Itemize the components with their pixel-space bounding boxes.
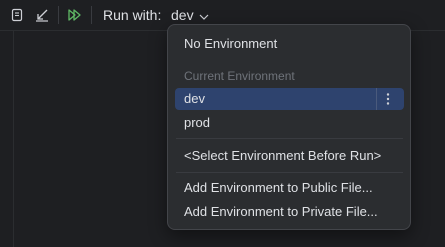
environment-popup: No Environment Current Environment dev p… <box>167 24 411 230</box>
environment-selector[interactable]: dev <box>171 5 209 25</box>
menu-separator <box>176 138 403 139</box>
app-window: Run with: dev No Environment Current Env… <box>0 0 445 247</box>
toolbar-separator <box>58 6 59 24</box>
menu-item-env-dev[interactable]: dev <box>175 88 404 110</box>
run-with-label: Run with: <box>103 7 162 23</box>
environment-selector-value: dev <box>171 7 194 23</box>
menu-item-env-prod[interactable]: prod <box>175 112 404 134</box>
copy-icon[interactable] <box>8 6 26 24</box>
menu-item-no-environment[interactable]: No Environment <box>175 33 404 55</box>
run-all-icon[interactable] <box>66 6 84 24</box>
menu-item-label: dev <box>184 91 205 106</box>
left-gutter <box>0 31 14 247</box>
chevron-down-icon <box>199 5 209 25</box>
menu-item-add-private[interactable]: Add Environment to Private File... <box>175 201 404 223</box>
menu-item-select-before-run[interactable]: <Select Environment Before Run> <box>175 145 404 167</box>
current-environment-header: Current Environment <box>184 69 295 83</box>
more-options-icon[interactable] <box>376 88 398 110</box>
collapse-icon[interactable] <box>33 6 51 24</box>
menu-item-add-public[interactable]: Add Environment to Public File... <box>175 177 404 199</box>
menu-separator <box>176 172 403 173</box>
toolbar-separator <box>91 6 92 24</box>
